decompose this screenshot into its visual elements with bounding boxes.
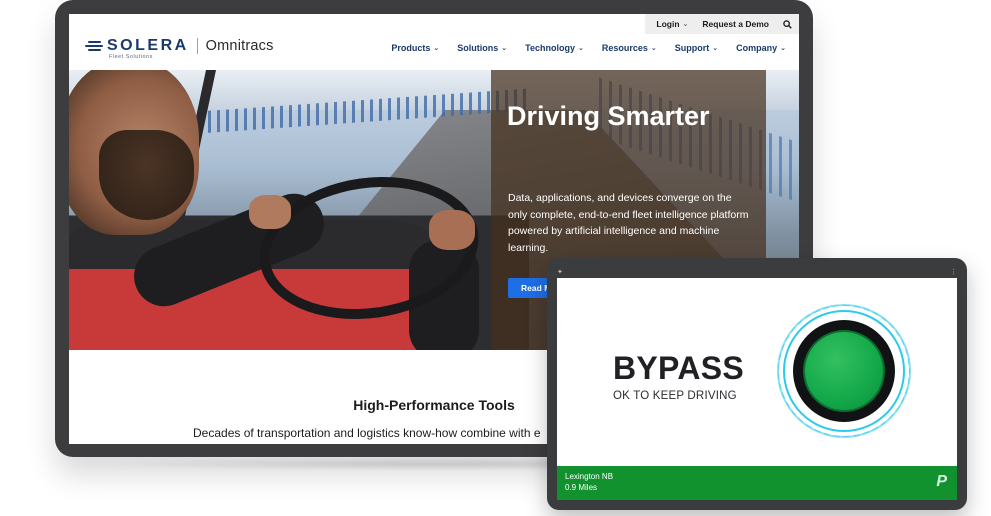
hero-title: Driving Smarter [507,101,710,131]
nav-products[interactable]: Products ⌄ [382,43,448,53]
login-menu[interactable]: Login ⌄ [649,19,695,29]
nav-technology[interactable]: Technology ⌄ [516,43,593,53]
chevron-down-icon: ⌄ [501,45,508,52]
green-light [803,330,885,412]
chevron-down-icon: ⌄ [712,45,719,52]
driver-hand-left [249,195,291,229]
tablet-footer: Lexington NB 0.9 Miles P [557,466,957,500]
tablet-more-icon[interactable]: ⋮ [950,268,957,276]
brand-subtitle: Fleet Solutions [109,54,153,60]
solera-logo-icon [85,39,103,53]
main-nav: Products ⌄ Solutions ⌄ Technology ⌄ Reso… [382,43,795,53]
brand-name: SOLERA [107,37,189,54]
tablet-status-bar: ✦ ⋮ [557,266,957,278]
nav-label: Solutions [457,43,499,53]
driver-hand-right [429,210,475,250]
station-location: Lexington NB [565,472,614,481]
utility-bar: Login ⌄ Request a Demo [645,14,799,34]
nav-label: Products [391,43,431,53]
nav-label: Support [674,43,710,53]
nav-resources[interactable]: Resources ⌄ [593,43,666,53]
product-name: Omnitracs [205,38,274,54]
chevron-down-icon: ⌄ [682,21,689,28]
tablet-menu-icon[interactable]: ✦ [557,268,563,276]
tablet-screen: BYPASS OK TO KEEP DRIVING Lexington NB 0… [557,278,957,500]
station-distance: 0.9 Miles [565,483,598,492]
request-demo-label: Request a Demo [702,19,769,29]
nav-label: Technology [525,43,575,53]
section-subtitle: Decades of transportation and logistics … [193,426,541,440]
chevron-down-icon: ⌄ [780,45,786,52]
nav-label: Company [736,43,778,53]
bypass-status-subtitle: OK TO KEEP DRIVING [613,390,737,402]
site-logo[interactable]: SOLERA Omnitracs [85,38,274,54]
logo-divider [196,38,198,54]
status-light-icon [793,320,895,422]
nav-company[interactable]: Company ⌄ [727,43,795,53]
search-button[interactable] [776,19,799,29]
search-icon [783,19,792,29]
section-title-text: High-Performance Tools [353,397,515,413]
nav-solutions[interactable]: Solutions ⌄ [448,43,516,53]
chevron-down-icon: ⌄ [433,45,440,52]
chevron-down-icon: ⌄ [577,45,584,52]
nav-support[interactable]: Support ⌄ [666,43,727,53]
prepass-logo-icon: P [936,473,947,490]
site-header: SOLERA Omnitracs Fleet Solutions Product… [69,34,799,70]
driver-beard [99,130,194,220]
nav-label: Resources [601,43,648,53]
hero-description: Data, applications, and devices converge… [508,192,749,254]
tablet-device: ✦ ⋮ BYPASS OK TO KEEP DRIVING Lexington … [547,258,967,510]
bypass-status-title: BYPASS [613,350,745,386]
chevron-down-icon: ⌄ [650,45,657,52]
request-demo-link[interactable]: Request a Demo [695,19,776,29]
login-label: Login [656,19,680,29]
